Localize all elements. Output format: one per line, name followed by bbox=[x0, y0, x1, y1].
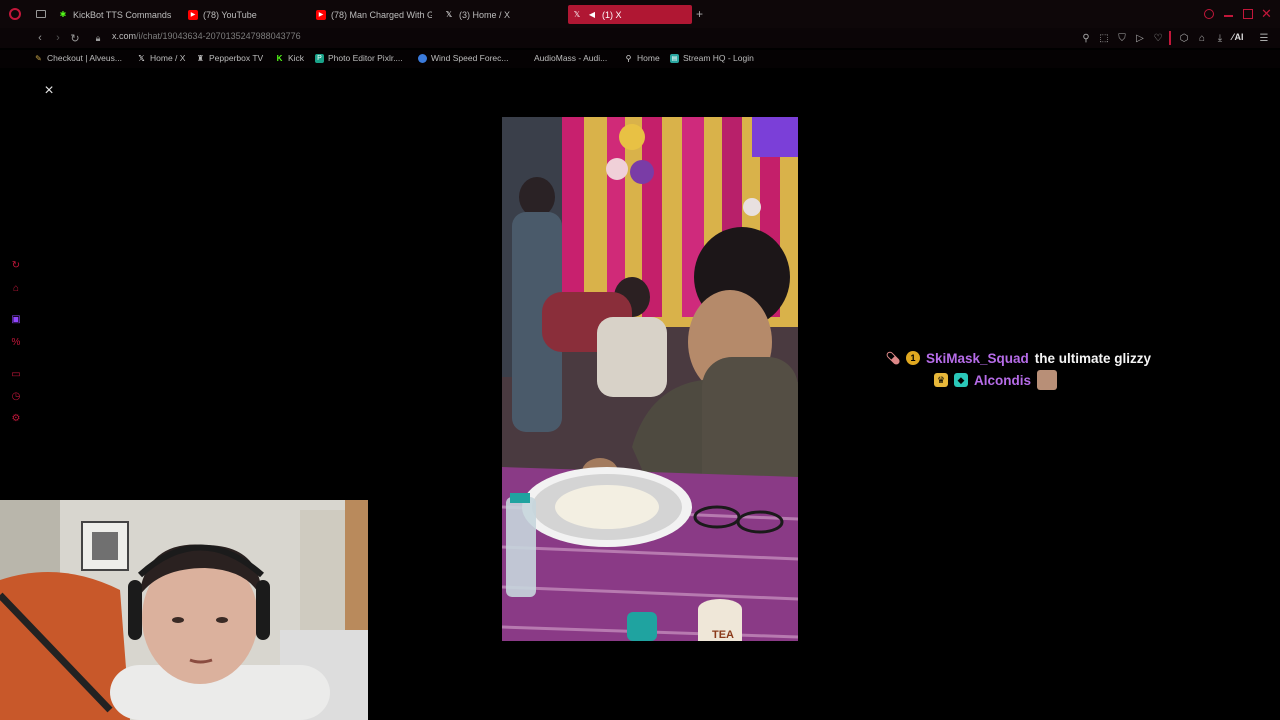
heart-icon[interactable]: ♡ bbox=[1151, 30, 1165, 46]
x-icon: 𝕏 bbox=[573, 9, 581, 19]
face-emote-icon bbox=[1037, 370, 1058, 390]
alveus-icon: ✎ bbox=[35, 53, 42, 63]
forward-icon[interactable]: › bbox=[50, 30, 66, 46]
bookmark-audiomass[interactable]: AudioMass - Audi... bbox=[534, 53, 607, 63]
sub-badge-icon: 1 bbox=[906, 351, 920, 365]
sidebar-refresh-icon[interactable]: ↻ bbox=[10, 259, 22, 271]
close-viewer-button[interactable]: × bbox=[41, 82, 57, 99]
kickbot-icon: ✱ bbox=[59, 9, 67, 19]
speaker-icon[interactable]: ◀ bbox=[587, 10, 597, 20]
play-icon[interactable]: ▷ bbox=[1133, 30, 1147, 46]
chat-overlay: 💊︎ 1 SkiMask_Squad the ultimate glizzy ♛… bbox=[885, 347, 1186, 391]
tab-youtube-video[interactable]: ▶ (78) Man Charged With Gr bbox=[312, 5, 436, 24]
pin-icon[interactable]: ⚲ bbox=[1079, 30, 1093, 46]
bookmark-wind-speed[interactable]: Wind Speed Forec... bbox=[418, 53, 508, 63]
minimize-icon[interactable] bbox=[1224, 15, 1233, 17]
bookmark-label: Home bbox=[637, 53, 660, 63]
bookmark-label: Photo Editor Pixlr.... bbox=[328, 53, 403, 63]
pepperbox-icon: ♜ bbox=[196, 53, 205, 63]
bookmark-stream-hq[interactable]: ▤ Stream HQ - Login bbox=[670, 53, 754, 63]
shield-icon[interactable]: ⛉ bbox=[1115, 30, 1129, 46]
chat-username: SkiMask_Squad bbox=[926, 350, 1029, 366]
bookmark-label: Wind Speed Forec... bbox=[431, 53, 509, 63]
youtube-icon: ▶ bbox=[188, 9, 198, 20]
reload-icon[interactable]: ↻ bbox=[67, 30, 83, 46]
ai-button[interactable]: ⁄ AI bbox=[1232, 32, 1244, 42]
pixlr-icon: P bbox=[315, 53, 324, 63]
download-icon[interactable]: ⤓ bbox=[1213, 30, 1227, 46]
bookmark-label: Kick bbox=[288, 53, 305, 63]
divider bbox=[1169, 31, 1171, 45]
chat-message: 💊︎ 1 SkiMask_Squad the ultimate glizzy bbox=[885, 347, 1186, 369]
webcam-overlay bbox=[0, 500, 368, 720]
sidebar-percent-icon[interactable]: % bbox=[10, 336, 22, 348]
workspaces-icon[interactable] bbox=[36, 10, 46, 18]
sidebar-settings-icon[interactable]: ⚙ bbox=[10, 412, 22, 424]
tab-label: (3) Home / X bbox=[459, 9, 511, 20]
crown-icon: ♛ bbox=[934, 373, 948, 387]
video-player[interactable]: TEA bbox=[502, 117, 798, 641]
youtube-icon: ▶ bbox=[316, 9, 326, 20]
webcam-frame bbox=[0, 500, 368, 720]
magic-wand-icon: ⁄ bbox=[1232, 32, 1234, 42]
globe-icon bbox=[418, 53, 427, 63]
bookmark-label: Stream HQ - Login bbox=[683, 53, 754, 63]
bookmark-label: Pepperbox TV bbox=[209, 53, 264, 63]
sidebar-tabs-icon[interactable]: ▭ bbox=[10, 368, 22, 380]
chat-message-text: the ultimate glizzy bbox=[1034, 350, 1152, 366]
video-frame: TEA bbox=[502, 117, 798, 641]
close-window-icon[interactable]: ✕ bbox=[1261, 6, 1272, 22]
new-tab-button[interactable]: + bbox=[696, 8, 703, 20]
url-field[interactable]: x.com/i/chat/19043634-207013524798804377… bbox=[112, 31, 301, 41]
sidebar-history-icon[interactable]: ⌂ bbox=[10, 282, 22, 294]
bookmark-alveus[interactable]: ✎ Checkout | Alveus... bbox=[34, 53, 122, 63]
chat-username: Alcondis bbox=[974, 372, 1032, 388]
bookmark-label: Home / X bbox=[150, 53, 186, 63]
kick-icon: K bbox=[276, 53, 283, 63]
search-tabs-icon[interactable] bbox=[1204, 9, 1214, 19]
tab-x-home[interactable]: 𝕏 (3) Home / X bbox=[440, 5, 564, 24]
back-icon[interactable]: ‹ bbox=[32, 30, 48, 46]
address-bar: ‹ › ↻ 🔒︎ x.com/i/chat/19043634-207013524… bbox=[0, 28, 1280, 48]
bookmark-x-home[interactable]: 𝕏 Home / X bbox=[137, 53, 185, 63]
extensions-icon[interactable]: ⬡ bbox=[1177, 30, 1191, 46]
bookmark-pixlr[interactable]: P Photo Editor Pixlr.... bbox=[315, 53, 403, 63]
x-icon: 𝕏 bbox=[138, 53, 145, 63]
tab-kickbot[interactable]: ✱ KickBot TTS Commands bbox=[54, 5, 182, 24]
gift-badge-icon: ◆ bbox=[954, 373, 968, 387]
cup-label: TEA bbox=[712, 629, 734, 641]
sidebar-twitch-icon[interactable]: ▣ bbox=[10, 313, 22, 325]
bookmark-label: AudioMass - Audi... bbox=[534, 53, 608, 63]
chat-message: ♛ ◆ Alcondis bbox=[886, 369, 1186, 391]
url-host: x.com bbox=[112, 31, 137, 41]
sidebar-clock-icon[interactable]: ◷ bbox=[10, 390, 22, 402]
ai-label: AI bbox=[1234, 32, 1244, 42]
tab-label: (78) YouTube bbox=[203, 9, 257, 20]
bookmark-label: Checkout | Alveus... bbox=[47, 53, 122, 63]
pill-emote-icon: 💊︎ bbox=[885, 351, 901, 365]
wallet-icon[interactable]: ⌂ bbox=[1195, 30, 1209, 46]
lock-icon[interactable]: 🔒︎ bbox=[90, 30, 106, 46]
tab-label: (78) Man Charged With Gr bbox=[331, 9, 432, 20]
snapshot-icon[interactable]: ⬚ bbox=[1097, 30, 1111, 46]
url-path: /i/chat/19043634-2070135247988043776 bbox=[136, 31, 301, 41]
location-pin-icon: ⚲ bbox=[625, 53, 632, 63]
menu-icon[interactable]: ☰ bbox=[1257, 30, 1271, 46]
x-icon: 𝕏 bbox=[445, 9, 453, 19]
opera-logo-icon[interactable] bbox=[9, 8, 21, 20]
tab-x-chat[interactable]: 𝕏 ◀ (1) X bbox=[568, 5, 692, 24]
bookmarks-bar: ✎ Checkout | Alveus... 𝕏 Home / X ♜ Pepp… bbox=[0, 50, 1280, 68]
restore-icon[interactable] bbox=[1243, 9, 1253, 19]
bookmark-pepperbox[interactable]: ♜ Pepperbox TV bbox=[196, 53, 263, 63]
bookmark-home[interactable]: ⚲ Home bbox=[624, 53, 660, 63]
tab-youtube[interactable]: ▶ (78) YouTube bbox=[184, 5, 308, 24]
tab-strip: ✱ KickBot TTS Commands ▶ (78) YouTube ▶ … bbox=[0, 0, 1280, 28]
tab-label: (1) X bbox=[602, 9, 622, 20]
bookmark-kick[interactable]: K Kick bbox=[275, 53, 304, 63]
streamhq-icon: ▤ bbox=[670, 53, 679, 63]
tab-label: KickBot TTS Commands bbox=[73, 9, 172, 20]
